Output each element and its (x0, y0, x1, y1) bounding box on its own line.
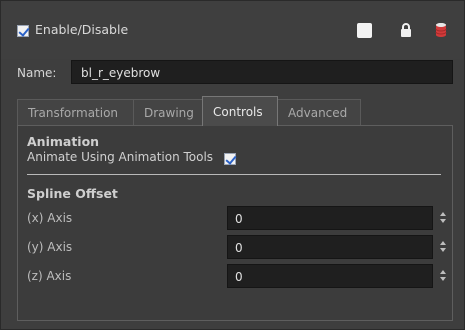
z-axis-input[interactable]: 0 (227, 264, 433, 288)
tab-controls[interactable]: Controls (202, 96, 278, 126)
x-axis-label: (x) Axis (27, 211, 73, 225)
name-input[interactable]: bl_r_eyebrow (71, 60, 453, 84)
animation-section-title: Animation (27, 134, 100, 149)
y-axis-label: (y) Axis (27, 240, 73, 254)
z-axis-spinner-icon[interactable] (439, 269, 447, 283)
color-swatch-icon[interactable] (357, 23, 372, 38)
spline-offset-section-title: Spline Offset (27, 186, 118, 201)
animate-tools-checkbox[interactable] (224, 153, 236, 165)
controls-tab-panel: Animation Animate Using Animation Tools … (17, 125, 453, 321)
database-icon[interactable] (434, 22, 448, 38)
header-bar: Enable/Disable (1, 1, 464, 59)
name-label: Name: (17, 66, 57, 80)
y-axis-input[interactable]: 0 (227, 235, 433, 259)
layer-properties-panel: Enable/Disable Name: bl_r_eyebrow Transf… (0, 0, 465, 330)
z-axis-label: (z) Axis (27, 269, 72, 283)
tab-advanced[interactable]: Advanced (277, 99, 361, 125)
enable-label: Enable/Disable (35, 22, 129, 37)
lock-icon[interactable] (399, 22, 413, 38)
y-axis-spinner-icon[interactable] (439, 240, 447, 254)
tab-transformation[interactable]: Transformation (17, 99, 134, 125)
x-axis-input[interactable]: 0 (227, 206, 433, 230)
enable-checkbox[interactable] (17, 25, 29, 37)
tab-drawing[interactable]: Drawing (133, 99, 203, 125)
x-axis-spinner-icon[interactable] (439, 211, 447, 225)
animate-tools-label: Animate Using Animation Tools (27, 150, 214, 164)
section-divider (27, 174, 441, 175)
